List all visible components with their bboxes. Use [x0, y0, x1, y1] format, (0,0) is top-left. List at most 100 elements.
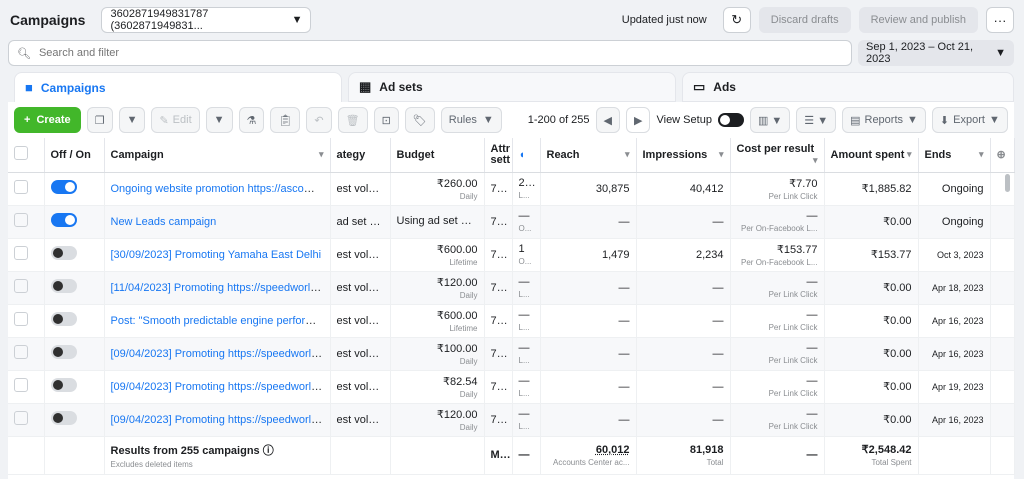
cpr-header[interactable]: Cost per result ▾: [730, 138, 825, 173]
row-toggle-cell[interactable]: [44, 205, 105, 239]
campaign-name[interactable]: [30/09/2023] Promoting Yamaha East Delhi: [104, 238, 331, 272]
table-row[interactable]: Post: "Smooth predictable engine perform…: [8, 304, 1015, 338]
row-checkbox[interactable]: [14, 180, 28, 194]
row-checkbox[interactable]: [14, 345, 28, 359]
date-range-picker[interactable]: Sep 1, 2023 – Oct 21, 2023 ▼: [858, 40, 1014, 66]
view-setup-toggle[interactable]: [717, 113, 744, 127]
row-toggle-cell[interactable]: [44, 337, 105, 371]
reach-header[interactable]: Reach ▾: [540, 138, 637, 173]
campaign-name[interactable]: [11/04/2023] Promoting https://speedworl…: [104, 271, 331, 305]
select-all-header[interactable]: [8, 138, 45, 173]
row-toggle-cell[interactable]: [44, 370, 105, 404]
campaign-header[interactable]: Campaign ▾: [104, 138, 331, 173]
info-icon[interactable]: ⓘ: [263, 445, 274, 457]
strategy-header[interactable]: ategy: [330, 138, 391, 173]
row-select[interactable]: [8, 370, 45, 404]
campaign-name[interactable]: New Leads campaign: [104, 205, 331, 239]
campaign-link[interactable]: Ongoing website promotion https://ascomo…: [111, 183, 330, 195]
table-scrollbar[interactable]: [1005, 174, 1010, 192]
next-page-button[interactable]: ▶: [626, 107, 651, 133]
row-checkbox[interactable]: [14, 246, 28, 260]
campaign-name[interactable]: [09/04/2023] Promoting https://speedworl…: [104, 370, 331, 404]
account-selector[interactable]: 3602871949831787 (3602871949831... ▼: [101, 7, 312, 33]
review-publish-button[interactable]: Review and publish: [858, 7, 978, 33]
breakdown-button[interactable]: ☰ ▼: [796, 107, 837, 133]
reports-button[interactable]: ▤ Reports ▼: [842, 107, 926, 133]
results-header[interactable]: ◖: [512, 138, 541, 173]
campaign-toggle[interactable]: [50, 312, 77, 326]
table-row[interactable]: [09/04/2023] Promoting https://speedworl…: [8, 337, 1015, 371]
campaign-name[interactable]: Post: "Smooth predictable engine perform…: [104, 304, 331, 338]
row-select[interactable]: [8, 205, 45, 239]
table-row[interactable]: [30/09/2023] Promoting Yamaha East Delhi…: [8, 238, 1015, 272]
row-select[interactable]: [8, 271, 45, 305]
row-toggle-cell[interactable]: [44, 271, 105, 305]
clipboard-button[interactable]: 📋︎: [270, 107, 301, 133]
campaign-link[interactable]: [09/04/2023] Promoting https://speedworl…: [111, 414, 330, 426]
campaign-link[interactable]: New Leads campaign: [111, 216, 217, 228]
spent-header[interactable]: Amount spent ▾: [824, 138, 919, 173]
row-select[interactable]: [8, 403, 45, 437]
discard-drafts-button[interactable]: Discard drafts: [758, 7, 851, 33]
row-checkbox[interactable]: [14, 279, 28, 293]
search-bar[interactable]: 🔍︎: [8, 40, 852, 66]
campaign-toggle[interactable]: [50, 180, 77, 194]
budget-header[interactable]: Budget: [390, 138, 485, 173]
ends-header[interactable]: Ends ▾: [918, 138, 991, 173]
row-select[interactable]: [8, 238, 45, 272]
edit-menu-button[interactable]: ▼: [205, 107, 233, 133]
row-select[interactable]: [8, 304, 45, 338]
table-row[interactable]: [09/04/2023] Promoting https://speedworl…: [8, 370, 1015, 404]
edit-button[interactable]: ✎ Edit: [151, 107, 200, 133]
row-toggle-cell[interactable]: [44, 238, 105, 272]
row-checkbox[interactable]: [14, 378, 28, 392]
preview-button[interactable]: ⊡: [373, 107, 399, 133]
campaign-name[interactable]: [09/04/2023] Promoting https://speedworl…: [104, 403, 331, 437]
campaign-link[interactable]: Post: "Smooth predictable engine perform…: [111, 315, 330, 327]
columns-button[interactable]: ▥ ▼: [749, 107, 791, 133]
row-checkbox[interactable]: [14, 312, 28, 326]
row-toggle-cell[interactable]: [44, 304, 105, 338]
undo-button[interactable]: ↶: [306, 107, 332, 133]
impressions-header[interactable]: Impressions ▾: [636, 138, 731, 173]
campaign-link[interactable]: [30/09/2023] Promoting Yamaha East Delhi: [111, 249, 322, 261]
row-checkbox[interactable]: [14, 411, 28, 425]
select-all-checkbox[interactable]: [14, 146, 28, 161]
delete-button[interactable]: 🗑︎: [337, 107, 368, 133]
export-button[interactable]: ⬇ Export ▼: [931, 107, 1008, 133]
attr-header[interactable]: Attr sett: [484, 138, 513, 173]
campaign-name[interactable]: Ongoing website promotion https://ascomo…: [104, 172, 331, 206]
table-row[interactable]: New Leads campaign ad set bid... Using ad …: [8, 205, 1015, 239]
refresh-button[interactable]: ↻: [722, 7, 751, 33]
search-input[interactable]: [38, 47, 339, 59]
add-column-header[interactable]: ⊕: [990, 138, 1015, 173]
rules-button[interactable]: Rules ▼: [440, 107, 502, 133]
table-row[interactable]: Ongoing website promotion https://ascomo…: [8, 172, 1015, 206]
create-button[interactable]: + Create: [14, 107, 81, 133]
row-select[interactable]: [8, 337, 45, 371]
row-toggle-cell[interactable]: [44, 403, 105, 437]
tag-button[interactable]: 🏷︎: [404, 107, 435, 133]
tab-ads[interactable]: ▭ Ads: [682, 72, 1014, 102]
prev-page-button[interactable]: ◀: [595, 107, 621, 133]
tab-campaigns[interactable]: ■ Campaigns: [14, 72, 342, 102]
tab-ad-sets[interactable]: ▦ Ad sets: [348, 72, 676, 102]
campaign-toggle[interactable]: [50, 213, 77, 227]
campaign-toggle[interactable]: [50, 345, 77, 359]
ab-test-button[interactable]: ⚗: [238, 107, 265, 133]
row-checkbox[interactable]: [14, 213, 28, 227]
duplicate-button[interactable]: ❐: [86, 107, 113, 133]
more-options-button[interactable]: ···: [986, 7, 1014, 33]
campaign-name[interactable]: [09/04/2023] Promoting https://speedworl…: [104, 337, 331, 371]
table-row[interactable]: [09/04/2023] Promoting https://speedworl…: [8, 403, 1015, 437]
row-select[interactable]: [8, 172, 45, 206]
offon-header[interactable]: Off / On: [44, 138, 105, 173]
campaign-link[interactable]: [09/04/2023] Promoting https://speedworl…: [111, 381, 330, 393]
campaign-toggle[interactable]: [50, 279, 77, 293]
duplicate-menu-button[interactable]: ▼: [118, 107, 146, 133]
campaign-toggle[interactable]: [50, 378, 77, 392]
campaign-link[interactable]: [09/04/2023] Promoting https://speedworl…: [111, 348, 330, 360]
campaign-link[interactable]: [11/04/2023] Promoting https://speedworl…: [111, 282, 330, 294]
campaign-toggle[interactable]: [50, 246, 77, 260]
row-toggle-cell[interactable]: [44, 172, 105, 206]
